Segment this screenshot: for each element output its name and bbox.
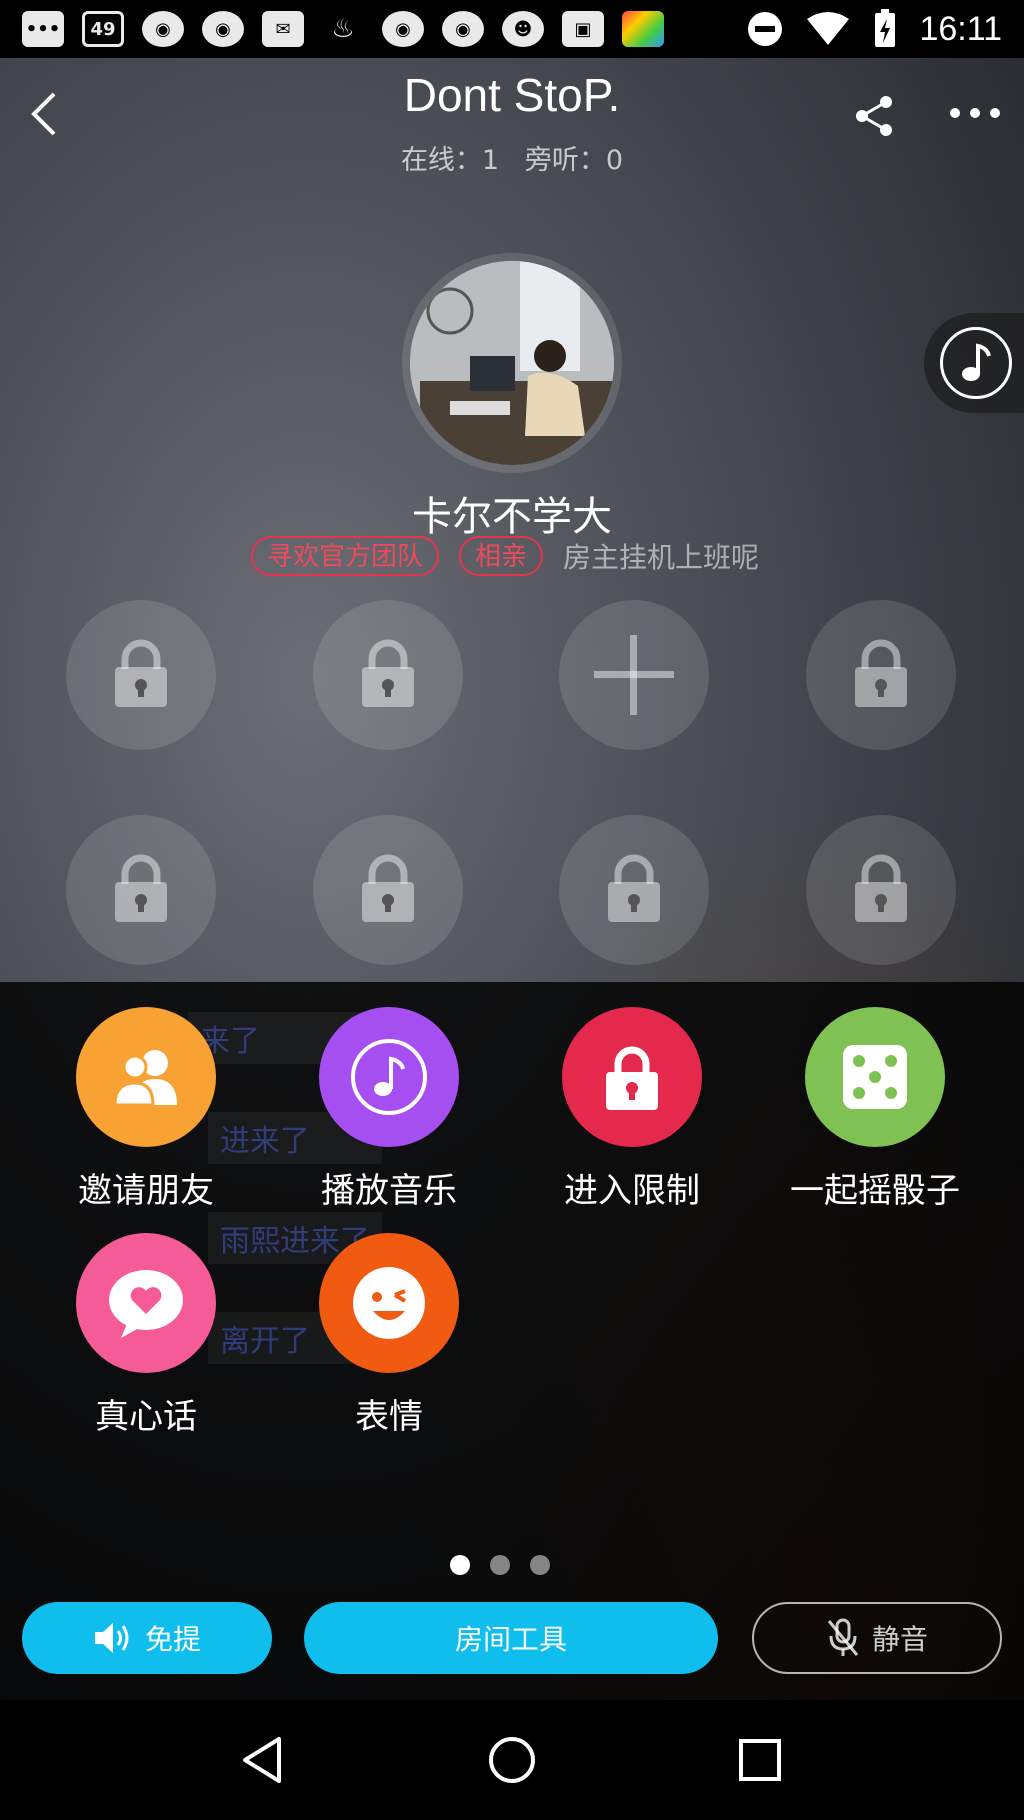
listener-count: 旁听：0 — [524, 145, 624, 176]
weibo-icon: ◉ — [202, 11, 244, 47]
emoji-button[interactable]: 表情 — [289, 1233, 489, 1438]
avatar — [410, 261, 614, 465]
roll-dice-button[interactable]: 一起摇骰子 — [775, 1007, 975, 1212]
tool-label: 表情 — [355, 1397, 423, 1437]
share-button[interactable] — [852, 94, 896, 138]
seat-7-locked[interactable] — [559, 815, 709, 965]
clock: 16:11 — [919, 9, 1002, 48]
page-dot-active — [450, 1555, 470, 1575]
lock-icon — [855, 854, 907, 922]
host-name: 卡尔不学大 — [412, 494, 612, 540]
heart-chat-icon — [76, 1233, 216, 1373]
mic-muted-icon — [827, 1618, 859, 1656]
entry-restriction-button[interactable]: 进入限制 — [532, 1007, 732, 1212]
truth-button[interactable]: 真心话 — [46, 1233, 246, 1438]
host-avatar[interactable] — [402, 253, 622, 473]
tool-label: 进入限制 — [564, 1171, 700, 1211]
page-dot — [530, 1555, 550, 1575]
lock-icon — [115, 854, 167, 922]
tool-label: 邀请朋友 — [78, 1171, 214, 1211]
weibo-icon: ◉ — [142, 11, 184, 47]
weibo-icon: ◉ — [382, 11, 424, 47]
lock-icon — [362, 854, 414, 922]
nav-recents-button[interactable] — [735, 1735, 785, 1785]
wifi-icon — [807, 12, 850, 45]
tool-label: 一起摇骰子 — [790, 1171, 960, 1211]
play-music-button[interactable]: 播放音乐 — [289, 1007, 489, 1212]
seat-5-locked[interactable] — [66, 815, 216, 965]
tool-label: 真心话 — [95, 1397, 197, 1437]
system-nav-bar — [0, 1700, 1024, 1820]
room-tools-label: 房间工具 — [454, 1623, 567, 1656]
plus-icon — [594, 635, 674, 715]
lock-icon — [115, 639, 167, 707]
notification-count: 49 — [90, 18, 116, 40]
seat-2-locked[interactable] — [313, 600, 463, 750]
page-indicator — [450, 1555, 550, 1575]
friends-icon — [76, 1007, 216, 1147]
seat-3-empty[interactable] — [559, 600, 709, 750]
nav-home-button[interactable] — [487, 1735, 537, 1785]
raccoon-icon: ☻ — [502, 11, 544, 47]
tag-dating: 相亲 — [459, 536, 544, 576]
speakerphone-label: 免提 — [144, 1623, 201, 1656]
mute-button[interactable]: 静音 — [752, 1602, 1002, 1674]
page-dot — [490, 1555, 510, 1575]
music-icon — [319, 1007, 459, 1147]
more-notifications-icon: ••• — [22, 11, 64, 47]
seat-8-locked[interactable] — [806, 815, 956, 965]
notification-icons: ••• 49 ◉ ◉ ✉ ♨ ◉ ◉ ☻ ▣ — [22, 11, 664, 47]
seat-6-locked[interactable] — [313, 815, 463, 965]
room-screen: ••• 49 ◉ ◉ ✉ ♨ ◉ ◉ ☻ ▣ 16:11 Dont StoP. … — [0, 0, 1024, 1700]
do-not-disturb-icon — [748, 12, 783, 46]
app-icon — [622, 11, 664, 47]
lock-icon — [608, 854, 660, 922]
status-bar: ••• 49 ◉ ◉ ✉ ♨ ◉ ◉ ☻ ▣ 16:11 — [0, 0, 1024, 58]
image-icon: ▣ — [562, 11, 604, 47]
lock-icon — [855, 639, 907, 707]
host-tags: 寻欢官方团队 相亲 房主挂机上班呢 — [251, 536, 759, 576]
lock-icon — [562, 1007, 702, 1147]
room-announcement: 房主挂机上班呢 — [563, 541, 760, 574]
seat-4-locked[interactable] — [806, 600, 956, 750]
weibo-icon: ◉ — [442, 11, 484, 47]
online-count: 在线：1 — [400, 145, 500, 176]
room-stats: 在线：1 旁听：0 — [0, 138, 1024, 177]
more-options-button[interactable] — [950, 108, 1000, 122]
mute-label: 静音 — [871, 1623, 928, 1656]
music-note-icon — [940, 327, 1012, 399]
emoji-icon — [319, 1233, 459, 1373]
lock-icon — [362, 639, 414, 707]
battery-charging-icon — [875, 9, 896, 47]
tag-official-team: 寻欢官方团队 — [251, 536, 440, 576]
mail-icon: ✉ — [262, 11, 304, 47]
tool-label: 播放音乐 — [321, 1171, 457, 1211]
music-float-button[interactable] — [924, 313, 1024, 413]
invite-friends-button[interactable]: 邀请朋友 — [46, 1007, 246, 1212]
dice-icon — [805, 1007, 945, 1147]
cup-icon: ♨ — [331, 14, 355, 44]
speaker-icon — [94, 1623, 129, 1653]
nav-back-button[interactable] — [239, 1735, 289, 1785]
speakerphone-button[interactable]: 免提 — [22, 1602, 272, 1674]
notification-count-icon: 49 — [82, 11, 124, 47]
seat-1-locked[interactable] — [66, 600, 216, 750]
room-tools-button[interactable]: 房间工具 — [304, 1602, 718, 1674]
